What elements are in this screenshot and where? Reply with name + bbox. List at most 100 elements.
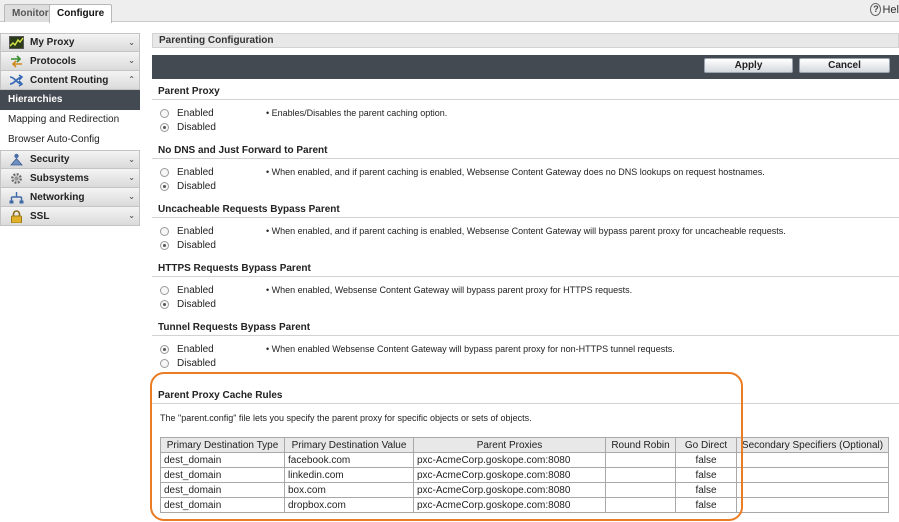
- chevron-down-icon: ⌄: [128, 155, 135, 164]
- radio-button-selected[interactable]: [160, 122, 169, 132]
- chevron-down-icon: ⌄: [128, 192, 135, 201]
- table-cell: false: [675, 452, 737, 468]
- no-dns-enabled-option[interactable]: Enabled: [160, 165, 214, 179]
- table-cell: [736, 497, 889, 513]
- radio-button[interactable]: [160, 226, 169, 236]
- parent-proxy-section: Parent Proxy Enabled Disabled • Enables/…: [152, 83, 899, 141]
- security-icon: [9, 153, 24, 166]
- table-cell: [605, 467, 676, 483]
- sidebar-item-ssl[interactable]: SSL ⌄: [0, 207, 140, 226]
- table-header-row: Primary Destination Type Primary Destina…: [160, 437, 889, 453]
- tunnel-disabled-option[interactable]: Disabled: [160, 356, 216, 370]
- radio-label: Disabled: [177, 239, 216, 251]
- section-description: • Enables/Disables the parent caching op…: [266, 108, 448, 118]
- radio-button[interactable]: [160, 285, 169, 295]
- table-cell: dest_domain: [160, 497, 285, 513]
- help-icon: ?: [870, 3, 882, 16]
- sidebar-item-protocols[interactable]: Protocols ⌄: [0, 52, 140, 71]
- gauge-icon: [9, 36, 24, 49]
- sidebar-item-label: My Proxy: [30, 37, 75, 48]
- help-link[interactable]: ? Hel: [870, 3, 899, 16]
- sidebar-item-networking[interactable]: Networking ⌄: [0, 188, 140, 207]
- table-cell: facebook.com: [284, 452, 414, 468]
- table-cell: pxc-AcmeCorp.goskope.com:8080: [413, 497, 606, 513]
- radio-label: Enabled: [177, 225, 214, 237]
- radio-button-selected[interactable]: [160, 299, 169, 309]
- column-header[interactable]: Primary Destination Value: [284, 437, 414, 453]
- radio-button-selected[interactable]: [160, 240, 169, 250]
- tunnel-enabled-option[interactable]: Enabled: [160, 342, 214, 356]
- uncacheable-enabled-option[interactable]: Enabled: [160, 224, 214, 238]
- column-header[interactable]: Parent Proxies: [413, 437, 606, 453]
- chevron-down-icon: ⌄: [128, 38, 135, 47]
- radio-label: Disabled: [177, 180, 216, 192]
- uncacheable-bypass-section: Uncacheable Requests Bypass Parent Enabl…: [152, 201, 899, 259]
- radio-button[interactable]: [160, 358, 169, 368]
- section-description: • When enabled, Websense Content Gateway…: [266, 285, 633, 295]
- section-title: No DNS and Just Forward to Parent: [152, 142, 899, 159]
- table-cell: [736, 452, 889, 468]
- no-dns-disabled-option[interactable]: Disabled: [160, 179, 216, 193]
- radio-label: Disabled: [177, 357, 216, 369]
- sidebar-item-label: Protocols: [30, 55, 77, 67]
- radio-button-selected[interactable]: [160, 181, 169, 191]
- cancel-button[interactable]: Cancel: [799, 58, 890, 73]
- table-cell: false: [675, 482, 737, 498]
- table-row[interactable]: dest_domain box.com pxc-AcmeCorp.goskope…: [160, 482, 889, 498]
- radio-button-selected[interactable]: [160, 344, 169, 354]
- sidebar-item-security[interactable]: Security ⌄: [0, 150, 140, 169]
- parent-proxy-disabled-option[interactable]: Disabled: [160, 120, 216, 134]
- table-cell: [605, 452, 676, 468]
- column-header[interactable]: Round Robin: [605, 437, 676, 453]
- column-header[interactable]: Go Direct: [675, 437, 737, 453]
- table-cell: false: [675, 467, 737, 483]
- sidebar-item-content-routing[interactable]: Content Routing ⌃: [0, 71, 140, 90]
- tab-configure[interactable]: Configure: [49, 4, 113, 23]
- table-cell: false: [675, 497, 737, 513]
- uncacheable-disabled-option[interactable]: Disabled: [160, 238, 216, 252]
- table-cell: [605, 482, 676, 498]
- section-title: Parent Proxy: [152, 83, 899, 100]
- cache-rules-table: Primary Destination Type Primary Destina…: [160, 437, 889, 513]
- network-icon: [9, 191, 24, 204]
- section-description: • When enabled, and if parent caching is…: [266, 226, 786, 236]
- table-row[interactable]: dest_domain linkedin.com pxc-AcmeCorp.go…: [160, 467, 889, 483]
- table-cell: pxc-AcmeCorp.goskope.com:8080: [413, 452, 606, 468]
- action-toolbar: Apply Cancel: [152, 55, 899, 79]
- table-cell: [736, 467, 889, 483]
- radio-label: Enabled: [177, 107, 214, 119]
- https-bypass-section: HTTPS Requests Bypass Parent Enabled Dis…: [152, 260, 899, 318]
- chevron-down-icon: ⌄: [128, 211, 135, 220]
- sidebar-item-my-proxy[interactable]: My Proxy ⌄: [0, 33, 140, 52]
- https-enabled-option[interactable]: Enabled: [160, 283, 214, 297]
- table-row[interactable]: dest_domain facebook.com pxc-AcmeCorp.go…: [160, 452, 889, 468]
- radio-label: Enabled: [177, 166, 214, 178]
- cache-rules-section: Parent Proxy Cache Rules The "parent.con…: [152, 387, 899, 522]
- sidebar-item-browser-auto-config[interactable]: Browser Auto-Config: [0, 130, 140, 150]
- section-description: • When enabled Websense Content Gateway …: [266, 344, 675, 354]
- main-panel: Parenting Configuration Apply Cancel Par…: [152, 33, 899, 513]
- sidebar-item-hierarchies[interactable]: Hierarchies: [0, 90, 140, 110]
- parent-proxy-enabled-option[interactable]: Enabled: [160, 106, 214, 120]
- sidebar-item-mapping-and-redirection[interactable]: Mapping and Redirection: [0, 110, 140, 130]
- sidebar-item-label: Content Routing: [30, 74, 109, 86]
- column-header[interactable]: Secondary Specifiers (Optional): [736, 437, 889, 453]
- sidebar: My Proxy ⌄ Protocols ⌄ Content Routing ⌃…: [0, 33, 140, 226]
- chevron-down-icon: ⌄: [128, 173, 135, 182]
- table-cell: pxc-AcmeCorp.goskope.com:8080: [413, 467, 606, 483]
- table-cell: pxc-AcmeCorp.goskope.com:8080: [413, 482, 606, 498]
- gear-icon: [9, 172, 24, 185]
- sidebar-item-subsystems[interactable]: Subsystems ⌄: [0, 169, 140, 188]
- sidebar-item-label: Security: [30, 154, 70, 165]
- https-disabled-option[interactable]: Disabled: [160, 297, 216, 311]
- apply-button[interactable]: Apply: [704, 58, 793, 73]
- table-row[interactable]: dest_domain dropbox.com pxc-AcmeCorp.gos…: [160, 497, 889, 513]
- radio-button[interactable]: [160, 108, 169, 118]
- table-cell: dest_domain: [160, 452, 285, 468]
- section-title: Tunnel Requests Bypass Parent: [152, 319, 899, 336]
- radio-button[interactable]: [160, 167, 169, 177]
- column-header[interactable]: Primary Destination Type: [160, 437, 285, 453]
- no-dns-section: No DNS and Just Forward to Parent Enable…: [152, 142, 899, 200]
- table-cell: dest_domain: [160, 467, 285, 483]
- radio-label: Disabled: [177, 121, 216, 133]
